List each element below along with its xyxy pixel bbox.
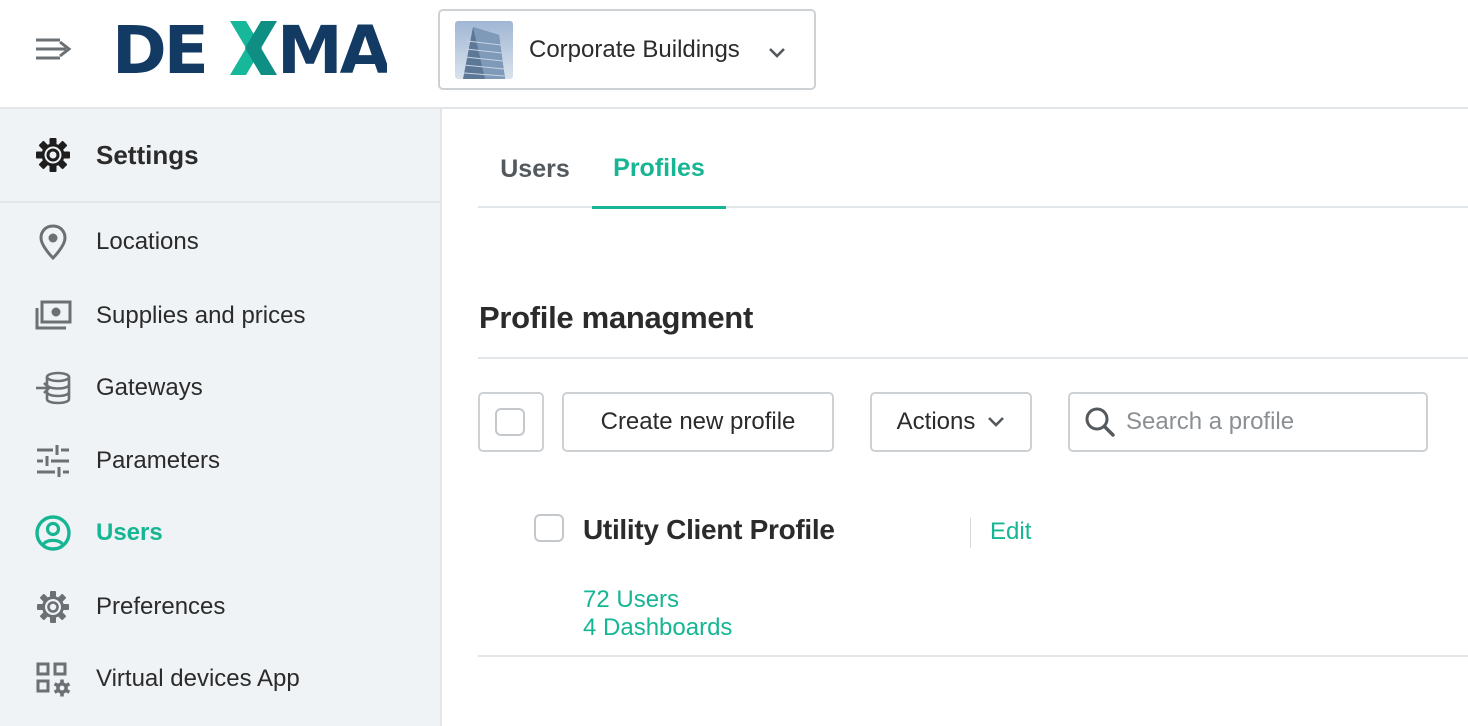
sidebar-item-label: Parameters <box>96 447 221 474</box>
sidebar-item-label: Supplies and prices <box>96 302 306 329</box>
divider <box>970 518 971 548</box>
select-all-checkbox[interactable] <box>495 408 525 436</box>
divider <box>478 357 1468 359</box>
page-title: Profile managment <box>479 300 753 335</box>
profile-name: Utility Client Profile <box>583 514 835 545</box>
profile-dashboards-link[interactable]: 4 Dashboards <box>583 614 732 642</box>
sidebar-header: Settings <box>0 109 440 203</box>
actions-label: Actions <box>896 408 976 435</box>
sidebar-item-label: Virtual devices App <box>96 665 300 692</box>
user-circle-icon <box>34 514 72 552</box>
profile-search[interactable] <box>1068 392 1428 452</box>
top-header: DE MA Corporate Buildings <box>0 0 1468 109</box>
chevron-down-icon <box>988 417 1005 427</box>
sidebar-item-label: Locations <box>96 228 199 255</box>
sidebar-item-parameters[interactable]: Parameters <box>0 431 440 491</box>
sidebar-item-gateways[interactable]: Gateways <box>0 358 440 418</box>
gear-icon <box>36 138 70 172</box>
sidebar-item-label: Users <box>96 519 163 546</box>
tab-bar: Users Profiles <box>478 130 1468 209</box>
menu-toggle-icon[interactable] <box>34 34 74 64</box>
sidebar-item-users[interactable]: Users <box>0 503 440 563</box>
sidebar-item-label: Gateways <box>96 374 203 401</box>
edit-profile-link[interactable]: Edit <box>990 518 1031 546</box>
sidebar-title: Settings <box>96 139 199 170</box>
actions-dropdown[interactable]: Actions <box>870 392 1032 452</box>
sliders-icon <box>34 442 72 480</box>
money-bill-icon <box>34 297 72 335</box>
building-name: Corporate Buildings <box>529 35 740 63</box>
divider <box>478 655 1468 657</box>
tab-profiles[interactable]: Profiles <box>592 130 726 209</box>
sidebar-item-label: Preferences <box>96 593 226 620</box>
create-profile-button[interactable]: Create new profile <box>562 392 834 452</box>
gear-icon <box>34 588 72 626</box>
building-thumbnail <box>455 20 513 79</box>
svg-text:DE: DE <box>112 18 206 78</box>
apps-gear-icon <box>34 660 72 698</box>
search-icon <box>1085 407 1115 437</box>
dexma-logo[interactable]: DE MA <box>112 12 394 89</box>
select-all-box[interactable] <box>478 392 544 452</box>
building-selector[interactable]: Corporate Buildings <box>438 9 816 90</box>
settings-sidebar: Settings Locations Supplies and prices G… <box>0 109 442 726</box>
profile-users-link[interactable]: 72 Users <box>583 586 679 614</box>
sidebar-item-virtual-devices[interactable]: Virtual devices App <box>0 649 440 709</box>
tab-users[interactable]: Users <box>478 130 592 208</box>
chevron-down-icon <box>769 48 785 58</box>
svg-text:MA: MA <box>277 18 387 78</box>
gateway-icon <box>34 369 72 407</box>
location-pin-icon <box>34 223 72 261</box>
sidebar-item-locations[interactable]: Locations <box>0 212 440 272</box>
search-input[interactable] <box>1126 408 1406 436</box>
sidebar-item-preferences[interactable]: Preferences <box>0 577 440 637</box>
sidebar-item-supplies[interactable]: Supplies and prices <box>0 286 440 346</box>
profile-row-checkbox[interactable] <box>534 514 564 542</box>
